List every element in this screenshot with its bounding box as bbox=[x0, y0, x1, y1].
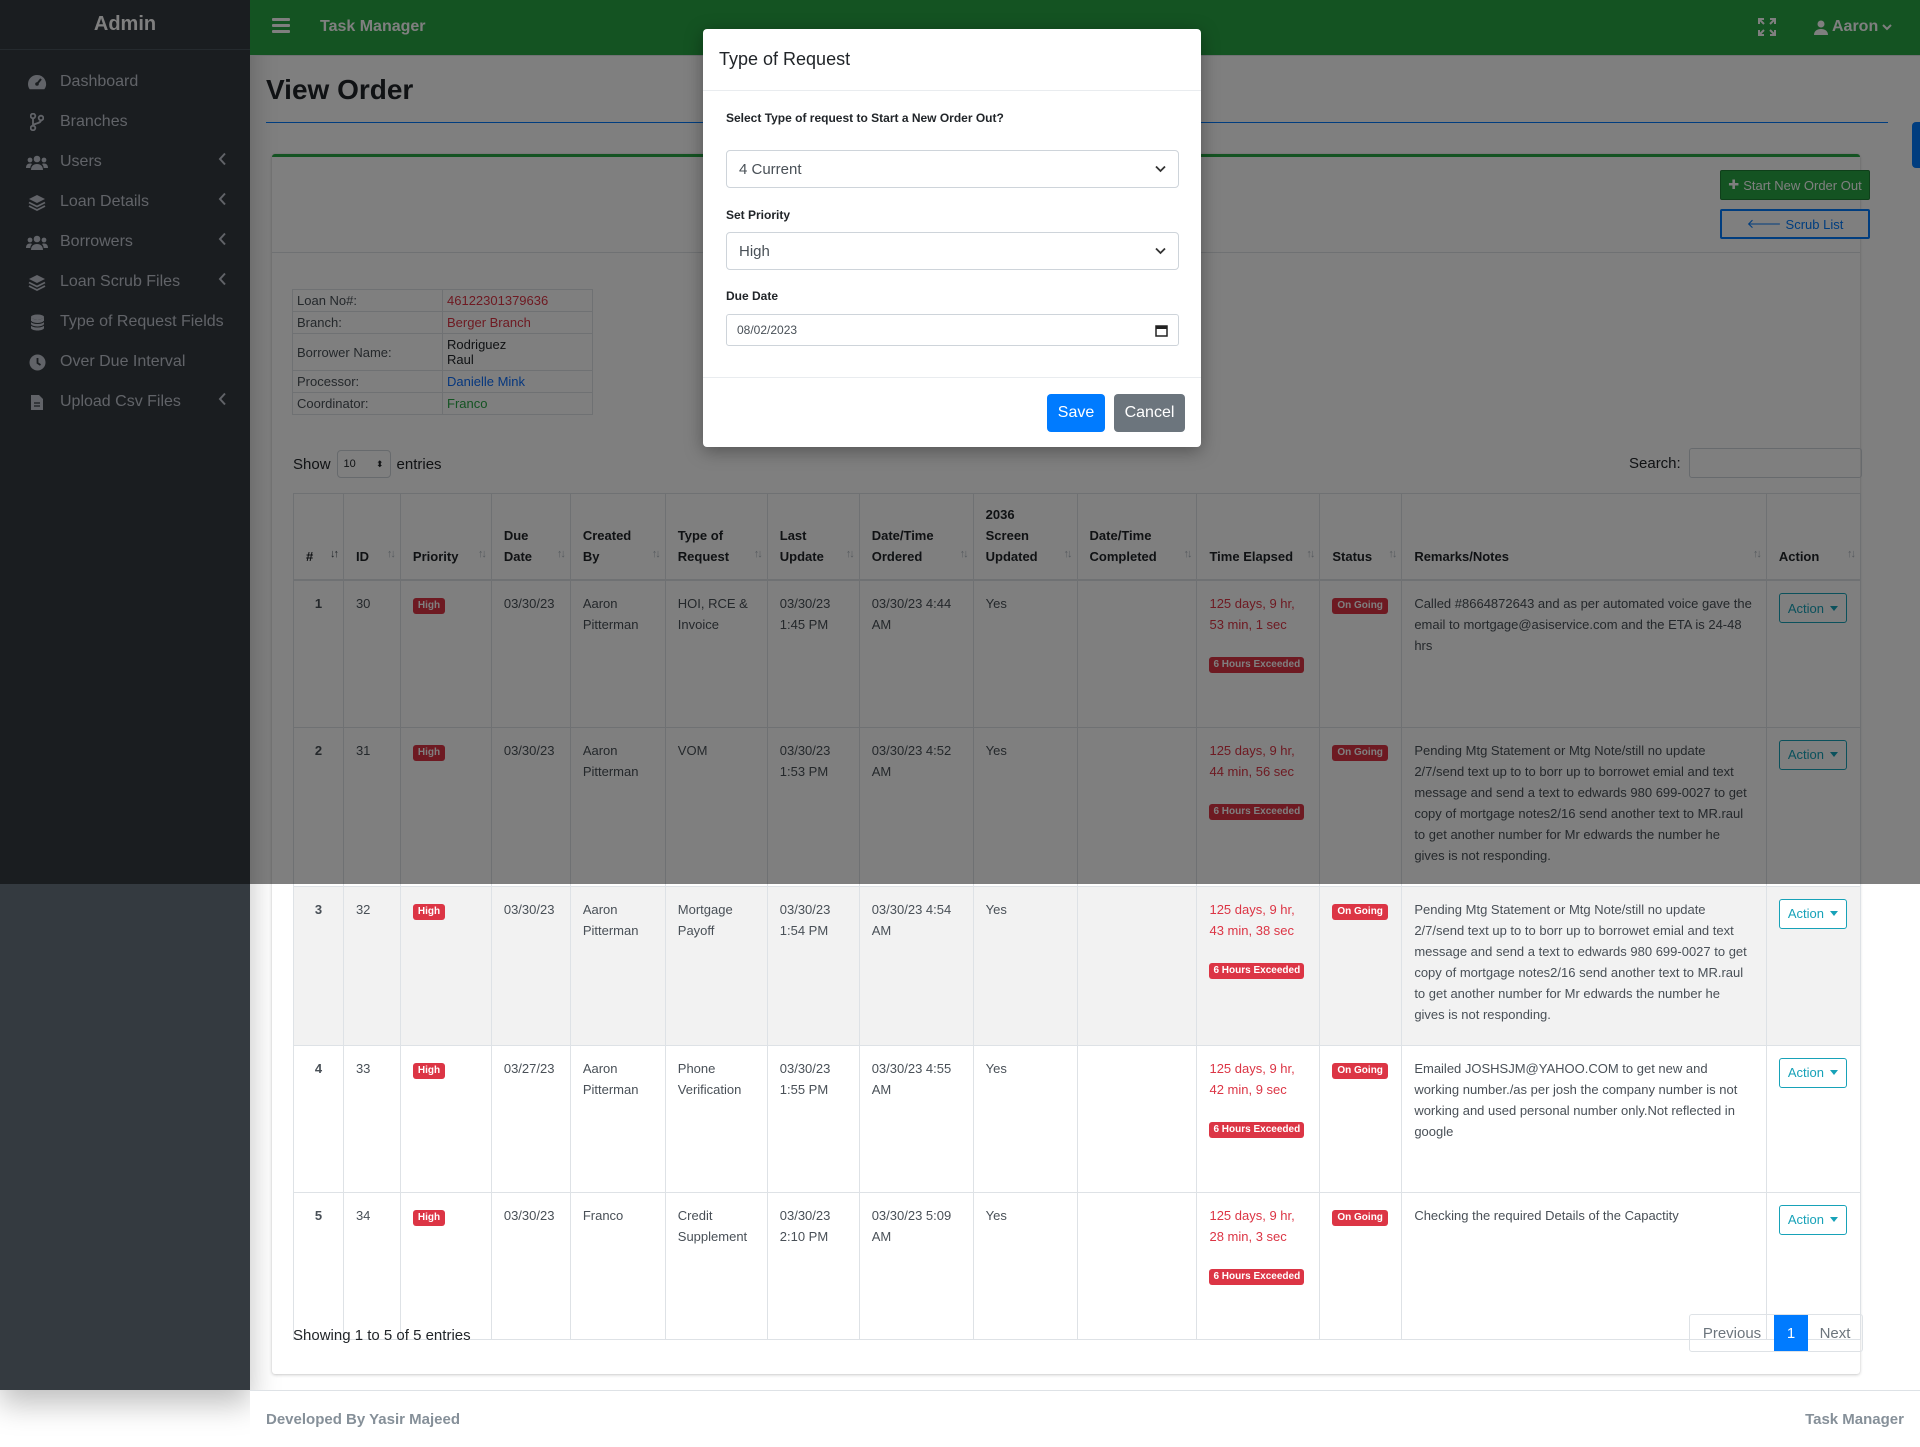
due-date-cell: 03/30/23 bbox=[490, 885, 571, 1046]
remarks-cell: Pending Mtg Statement or Mtg Note/still … bbox=[1401, 885, 1767, 1046]
page-1-button[interactable]: 1 bbox=[1774, 1315, 1808, 1351]
completed-cell bbox=[1076, 1191, 1198, 1340]
row-index: 3 bbox=[293, 885, 344, 1046]
created-by-cell: Aaron Pitterman bbox=[569, 885, 666, 1046]
row-id: 34 bbox=[342, 1191, 401, 1340]
action-dropdown-button[interactable]: Action bbox=[1778, 1057, 1848, 1088]
type-of-request-modal: Type of Request Select Type of request t… bbox=[703, 29, 1201, 447]
request-type-cell: Credit Supplement bbox=[664, 1191, 768, 1340]
app-root: Admin DashboardBranchesUsersLoan Details… bbox=[0, 0, 1920, 1447]
completed-cell bbox=[1076, 1044, 1198, 1193]
ordered-cell: 03/30/23 4:55 AM bbox=[858, 1044, 974, 1193]
due-date-cell: 03/30/23 bbox=[490, 1191, 571, 1340]
caret-down-icon bbox=[1830, 911, 1839, 916]
cancel-button[interactable]: Cancel bbox=[1114, 394, 1185, 432]
priority-cell: High bbox=[399, 885, 492, 1046]
previous-page-button[interactable]: Previous bbox=[1690, 1315, 1774, 1351]
chevron-down-icon bbox=[1155, 165, 1166, 173]
table-row: 5 34 High 03/30/23 Franco Credit Supplement 03… bbox=[293, 1191, 1862, 1340]
save-button[interactable]: Save bbox=[1047, 394, 1105, 432]
last-update-cell: 03/30/23 1:55 PM bbox=[766, 1044, 860, 1193]
last-update-cell: 03/30/23 2:10 PM bbox=[766, 1191, 860, 1340]
status-badge: On Going bbox=[1332, 1062, 1388, 1079]
action-label: Action bbox=[1787, 1065, 1825, 1080]
request-type-cell: Mortgage Payoff bbox=[664, 885, 768, 1046]
ordered-cell: 03/30/23 4:54 AM bbox=[858, 885, 974, 1046]
due-date-label: Due Date bbox=[726, 289, 779, 303]
table-row: 3 32 High 03/30/23 Aaron Pitterman Mortgage P… bbox=[293, 885, 1862, 1046]
ordered-cell: 03/30/23 5:09 AM bbox=[858, 1191, 974, 1340]
due-date-value: 08/02/2023 bbox=[737, 323, 798, 337]
status-badge: On Going bbox=[1332, 1209, 1388, 1226]
priority-badge: High bbox=[412, 1209, 446, 1226]
table-row: 4 33 High 03/27/23 Aaron Pitterman Phone Veri… bbox=[293, 1044, 1862, 1193]
due-date-input[interactable]: 08/02/2023 bbox=[726, 314, 1179, 346]
status-cell: On Going bbox=[1319, 1191, 1403, 1340]
modal-title: Type of Request bbox=[703, 29, 1201, 91]
time-elapsed-cell: 125 days, 9 hr, 42 min, 9 sec 6 Hours Exc… bbox=[1196, 1044, 1321, 1193]
request-type-select[interactable]: 4 Current bbox=[726, 150, 1179, 188]
completed-cell bbox=[1076, 885, 1198, 1046]
request-type-cell: Phone Verification bbox=[664, 1044, 768, 1193]
time-elapsed-cell: 125 days, 9 hr, 28 min, 3 sec 6 Hours Exc… bbox=[1196, 1191, 1321, 1340]
request-type-label: Select Type of request to Start a New Or… bbox=[726, 111, 1004, 125]
priority-badge: High bbox=[412, 1062, 446, 1079]
remarks-cell: Emailed JOSHSJM@YAHOO.COM to get new and… bbox=[1401, 1044, 1767, 1193]
priority-badge: High bbox=[412, 903, 446, 920]
priority-cell: High bbox=[399, 1044, 492, 1193]
footer-app-name: Task Manager bbox=[1805, 1411, 1904, 1428]
screen-updated-cell: Yes bbox=[972, 1044, 1078, 1193]
screen-updated-cell: Yes bbox=[972, 1191, 1078, 1340]
time-elapsed-value: 125 days, 9 hr, 28 min, 3 sec bbox=[1209, 1207, 1295, 1244]
action-dropdown-button[interactable]: Action bbox=[1778, 1204, 1848, 1235]
calendar-icon[interactable] bbox=[1155, 324, 1168, 337]
due-date-cell: 03/27/23 bbox=[490, 1044, 571, 1193]
caret-down-icon bbox=[1830, 1217, 1839, 1222]
next-page-button[interactable]: Next bbox=[1808, 1315, 1862, 1351]
time-elapsed-value: 125 days, 9 hr, 42 min, 9 sec bbox=[1209, 1060, 1295, 1097]
footer-credit: Developed By Yasir Majeed bbox=[266, 1411, 460, 1428]
priority-label: Set Priority bbox=[726, 208, 791, 222]
action-label: Action bbox=[1787, 906, 1825, 921]
exceeded-badge: 6 Hours Exceeded bbox=[1209, 1268, 1305, 1285]
screen-updated-cell: Yes bbox=[972, 885, 1078, 1046]
action-label: Action bbox=[1787, 1212, 1825, 1227]
status-badge: On Going bbox=[1332, 903, 1388, 920]
request-type-value: 4 Current bbox=[739, 160, 802, 178]
row-index: 4 bbox=[293, 1044, 344, 1193]
row-id: 32 bbox=[342, 885, 401, 1046]
action-cell: Action bbox=[1765, 1044, 1862, 1193]
row-index: 5 bbox=[293, 1191, 344, 1340]
chevron-down-icon bbox=[1155, 247, 1166, 255]
caret-down-icon bbox=[1830, 1070, 1839, 1075]
status-cell: On Going bbox=[1319, 1044, 1403, 1193]
priority-value: High bbox=[739, 242, 770, 260]
priority-cell: High bbox=[399, 1191, 492, 1340]
pagination: Previous 1 Next bbox=[1689, 1314, 1863, 1352]
time-elapsed-value: 125 days, 9 hr, 43 min, 38 sec bbox=[1209, 901, 1295, 938]
created-by-cell: Franco bbox=[569, 1191, 666, 1340]
created-by-cell: Aaron Pitterman bbox=[569, 1044, 666, 1193]
action-dropdown-button[interactable]: Action bbox=[1778, 898, 1848, 929]
exceeded-badge: 6 Hours Exceeded bbox=[1209, 1121, 1305, 1138]
status-cell: On Going bbox=[1319, 885, 1403, 1046]
time-elapsed-cell: 125 days, 9 hr, 43 min, 38 sec 6 Hours Ex… bbox=[1196, 885, 1321, 1046]
priority-select[interactable]: High bbox=[726, 232, 1179, 270]
footer: Developed By Yasir Majeed Task Manager bbox=[250, 1390, 1920, 1447]
last-update-cell: 03/30/23 1:54 PM bbox=[766, 885, 860, 1046]
exceeded-badge: 6 Hours Exceeded bbox=[1209, 962, 1305, 979]
row-id: 33 bbox=[342, 1044, 401, 1193]
action-cell: Action bbox=[1765, 885, 1862, 1046]
showing-entries-text: Showing 1 to 5 of 5 entries bbox=[293, 1327, 471, 1344]
